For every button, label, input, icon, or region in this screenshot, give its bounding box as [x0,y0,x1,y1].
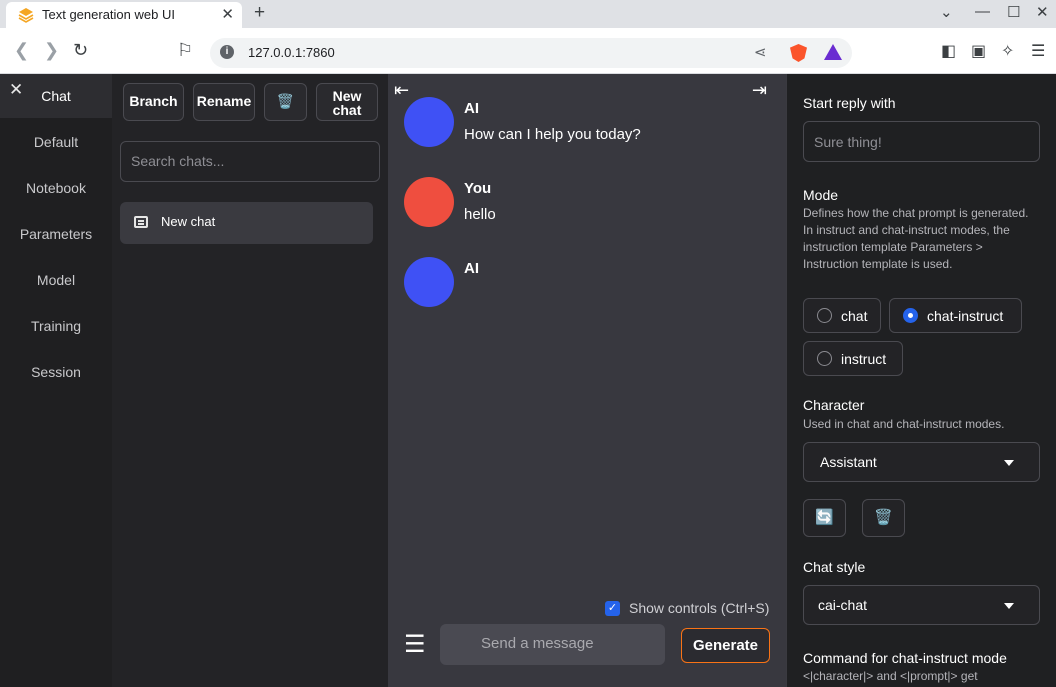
forward-icon[interactable]: ❯ [44,40,59,61]
ai-avatar [404,257,454,307]
chat-list-item-label: New chat [161,214,216,229]
browser-tabbar: Text generation web UI ✕ + ⌄ — ☐ ✕ [0,0,1056,28]
close-nav-icon[interactable]: ✕ [9,80,23,100]
refresh-characters-button[interactable]: 🔄 [803,499,846,537]
new-chat-label-line2: chat [332,102,362,118]
chat-bubble-icon [134,216,148,228]
search-chats-input[interactable]: Search chats... [120,141,380,182]
hamburger-menu-icon[interactable]: ☰ [404,630,426,659]
ai-avatar [404,97,454,147]
sidebar-toggle-icon[interactable]: ◧ [941,41,956,61]
reload-icon[interactable]: ↻ [73,40,88,61]
bookmark-icon[interactable]: ⚐ [177,40,193,61]
character-select[interactable]: Assistant [803,442,1040,482]
chat-style-label: Chat style [803,559,866,575]
mode-radio-chat-instruct[interactable]: chat-instruct [889,298,1022,333]
browser-toolbar: ❮ ❯ ↻ ⚐ i 127.0.0.1:7860 ⋖ ◧ ▣ ✧ ☰ [0,28,1056,74]
delete-chat-button[interactable]: 🗑️ [264,83,307,121]
checkbox-checked-icon[interactable]: ✓ [605,600,620,616]
radio-unselected-icon [817,308,832,323]
trash-icon: 🗑️ [276,93,295,109]
tab-list-icon[interactable]: ⌄ [940,3,953,21]
url-text[interactable]: 127.0.0.1:7860 [248,45,335,60]
message-author: AI [464,100,479,117]
brave-shields-icon[interactable] [790,44,807,62]
collapse-right-icon[interactable]: ⇥ [752,80,767,101]
show-controls-toggle[interactable]: ✓ Show controls (Ctrl+S) [605,600,769,616]
delete-character-button[interactable]: 🗑️ [862,499,905,537]
command-info: <|character|> and <|prompt|> get [803,669,978,683]
new-chat-label-line1: New [332,88,362,104]
mode-option-label: chat [841,308,868,324]
chat-settings-panel: Start reply with Sure thing! Mode Define… [786,74,1056,687]
browser-menu-icon[interactable]: ☰ [1031,41,1045,61]
chat-history-panel: Branch Rename 🗑️ New chat Search chats..… [112,74,388,687]
share-icon[interactable]: ⋖ [754,43,767,61]
conversation-panel: ⇤ ⇥ AI How can I help you today? You hel… [388,74,786,687]
mode-radio-instruct[interactable]: instruct [803,341,903,376]
tab-training[interactable]: Training [0,318,112,334]
message-text: hello [464,206,496,223]
maximize-icon[interactable]: ☐ [1007,3,1020,21]
generate-button[interactable]: Generate [681,628,770,663]
leo-ai-icon[interactable]: ✧ [1001,41,1014,61]
app-root: Chat ✕ Default Notebook Parameters Model… [0,74,1056,687]
message-author: You [464,180,492,197]
tab-notebook[interactable]: Notebook [0,180,112,196]
message-author: AI [464,260,479,277]
branch-button-label: Branch [129,93,178,109]
show-controls-label: Show controls (Ctrl+S) [629,600,770,616]
window-close-icon[interactable]: ✕ [1036,3,1049,21]
tab-close-icon[interactable]: ✕ [221,5,234,23]
mode-info: Defines how the chat prompt is generated… [803,206,1029,271]
chevron-down-icon [1004,460,1014,466]
command-label: Command for chat-instruct mode [803,650,1007,666]
mode-option-label: instruct [841,351,887,367]
rename-button[interactable]: Rename [193,83,255,121]
mode-option-label: chat-instruct [927,308,1004,324]
brave-rewards-icon[interactable] [824,44,842,60]
character-label: Character [803,397,865,413]
wallet-icon[interactable]: ▣ [971,41,986,61]
tab-default[interactable]: Default [0,134,112,150]
message-input[interactable]: Send a message [440,624,665,665]
tab-session[interactable]: Session [0,364,112,380]
collapse-left-icon[interactable]: ⇤ [394,80,409,101]
app-favicon-icon [18,8,34,23]
tab-title: Text generation web UI [42,7,175,22]
tab-parameters[interactable]: Parameters [0,226,112,242]
chevron-down-icon [1004,603,1014,609]
start-reply-label: Start reply with [803,95,896,111]
mode-radio-chat[interactable]: chat [803,298,881,333]
rename-button-label: Rename [196,93,252,109]
back-icon[interactable]: ❮ [14,40,29,61]
mode-label: Mode [803,187,839,203]
branch-button[interactable]: Branch [123,83,184,121]
address-bar[interactable]: i 127.0.0.1:7860 ⋖ [210,38,852,68]
new-tab-icon[interactable]: + [254,2,265,24]
trash-icon: 🗑️ [874,509,893,526]
refresh-icon: 🔄 [815,509,834,526]
browser-tab[interactable]: Text generation web UI ✕ [6,2,242,28]
tab-model[interactable]: Model [0,272,112,288]
main-nav: Chat ✕ Default Notebook Parameters Model… [0,74,112,687]
minimize-icon[interactable]: — [975,3,990,20]
user-avatar [404,177,454,227]
message-text: How can I help you today? [464,126,641,143]
site-info-icon[interactable]: i [220,45,234,59]
chat-style-select-value: cai-chat [818,597,868,613]
radio-unselected-icon [817,351,832,366]
chat-style-select[interactable]: cai-chat [803,585,1040,625]
chat-list-item[interactable]: New chat [120,202,373,244]
new-chat-button[interactable]: New chat [316,83,378,121]
character-info: Used in chat and chat-instruct modes. [803,417,1005,431]
start-reply-input[interactable]: Sure thing! [803,121,1040,162]
character-select-value: Assistant [820,454,877,470]
radio-selected-icon [903,308,918,323]
